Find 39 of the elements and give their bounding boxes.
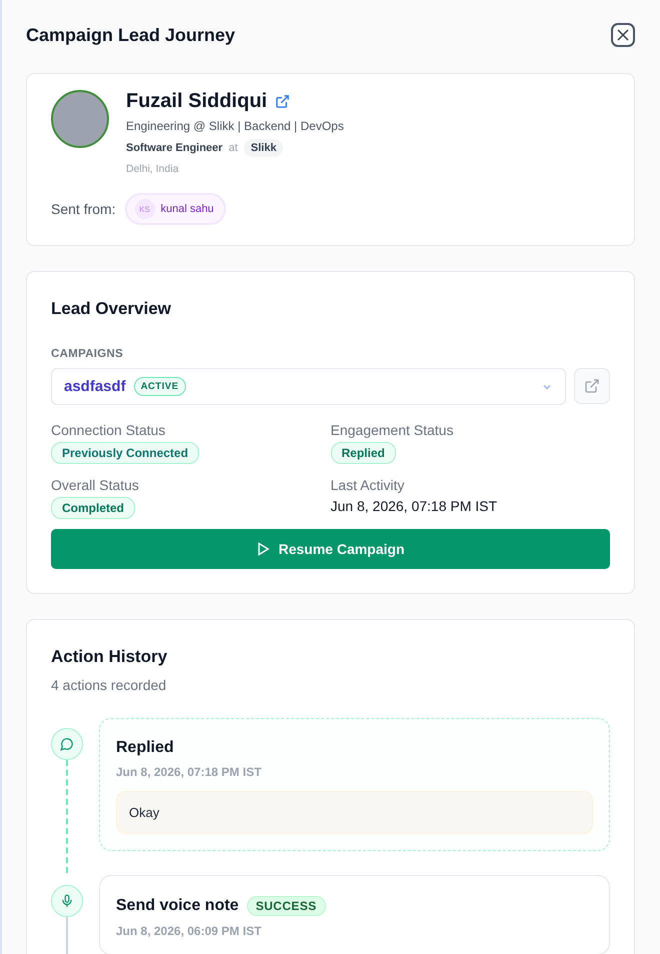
campaign-dropdown[interactable]: asdfasdf ACTIVE [51,368,566,405]
field-label: Last Activity [330,477,406,493]
at-label: at [228,142,238,154]
action-title: Replied [116,739,174,757]
lead-headline: Engineering @ Slikk | Backend | DevOps [126,119,344,133]
chat-icon [60,737,74,751]
field-label: Connection Status [51,422,166,438]
microphone-icon [60,894,74,908]
action-time: Jun 8, 2026, 07:18 PM IST [116,765,262,779]
resume-campaign-button[interactable]: Resume Campaign [51,529,610,569]
campaigns-label: CAMPAIGNS [51,348,124,360]
sent-from-label: Sent from: [51,201,116,217]
job-title: Software Engineer [126,142,223,154]
location: Delhi, India [126,163,180,175]
external-link-icon[interactable] [275,94,290,109]
action-title: Send voice note [116,897,239,915]
close-button[interactable] [611,23,635,47]
sender-name: kunal sahu [160,203,214,215]
sender-avatar: KS [134,199,155,219]
action-time: Jun 8, 2026, 06:09 PM IST [116,924,262,938]
status-badge: SUCCESS [246,896,326,916]
status-badge: Previously Connected [51,442,200,464]
panel-title: Campaign Lead Journey [26,24,236,46]
status-badge: Completed [51,497,136,519]
status-badge: Replied [330,442,396,464]
section-title: Action History [51,647,168,667]
lead-name: Fuzail Siddiqui [126,90,268,113]
external-link-icon [584,378,600,394]
field-value: Jun 8, 2026, 07:18 PM IST [330,498,498,514]
message-bubble: Okay [116,791,593,834]
section-title: Lead Overview [51,299,172,319]
play-icon [256,542,270,556]
close-icon [616,28,630,42]
action-count: 4 actions recorded [51,677,168,693]
status-badge: ACTIVE [134,377,186,396]
open-campaign-button[interactable] [574,368,610,404]
field-label: Engagement Status [330,422,454,438]
field-label: Overall Status [51,477,140,493]
company-tag: Slikk [244,139,284,157]
